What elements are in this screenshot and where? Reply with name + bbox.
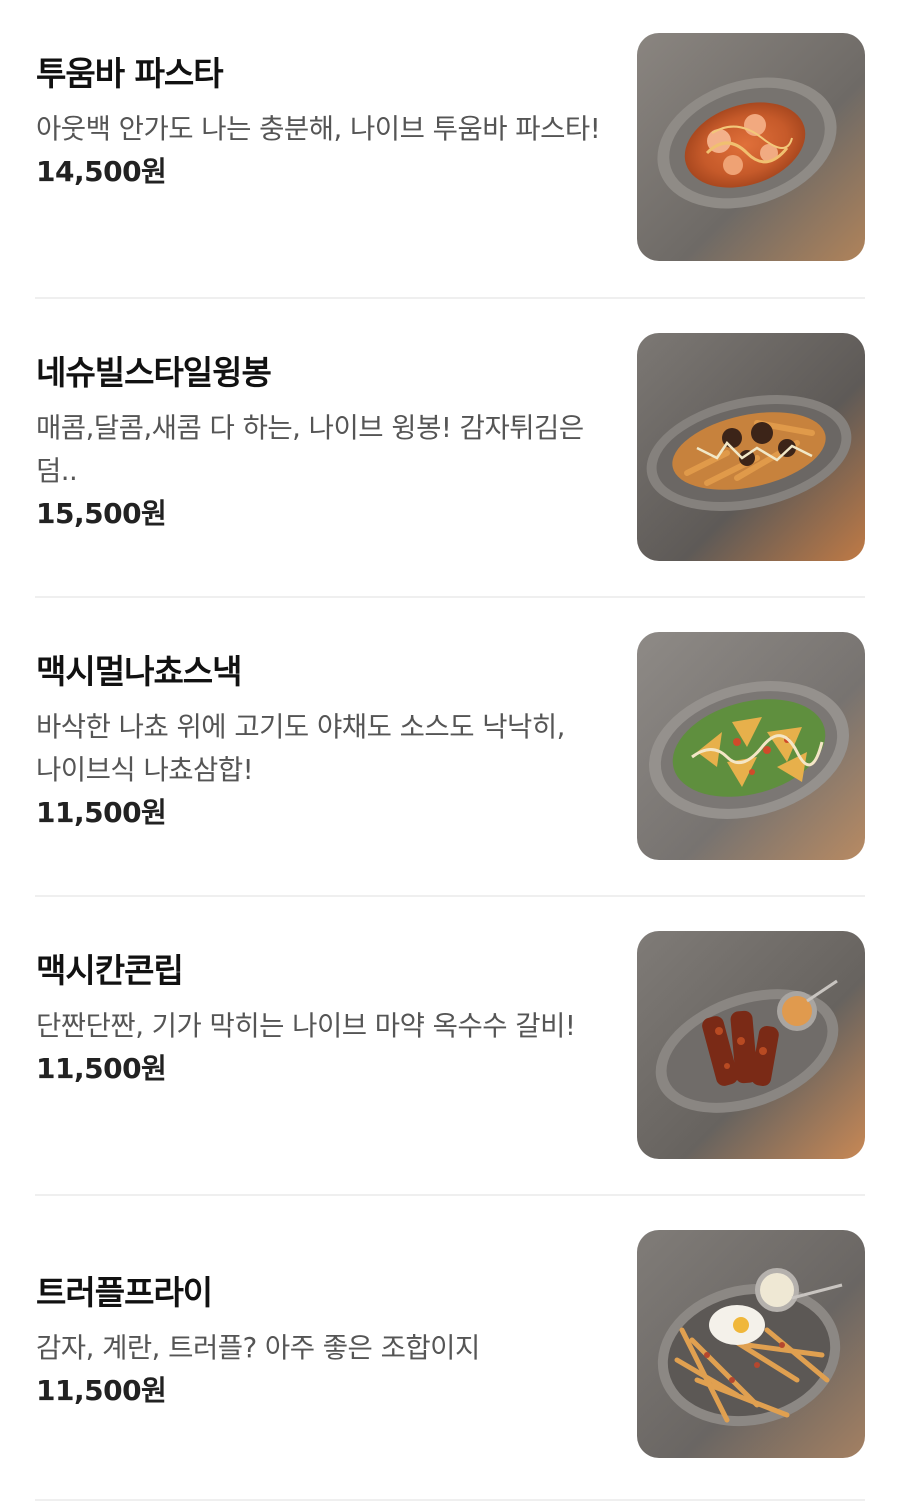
menu-item-name: 트러플프라이 — [36, 1273, 213, 1312]
menu-item-description: 매콤,달콤,새콤 다 하는, 나이브 윙봉! 감자튀김은 덤.. — [36, 412, 584, 487]
menu-item-maximal-nachos[interactable]: 맥시멀나쵸스낵 바삭한 나쵸 위에 고기도 야채도 소스도 낙낙히, 나이브식 … — [0, 598, 900, 897]
menu-item-price: 14,500원 — [36, 155, 167, 188]
menu-item-description: 아웃백 안가도 나는 충분해, 나이브 투움바 파스타! — [36, 113, 601, 145]
menu-item-info: 맥시칸콘립 단짠단짠, 기가 막히는 나이브 마약 옥수수 갈비! 11,500… — [36, 949, 601, 1087]
menu-item-price: 11,500원 — [36, 1374, 167, 1407]
divider — [35, 1499, 865, 1501]
menu-item-truffle-fries[interactable]: 트러플프라이 감자, 계란, 트러플? 아주 좋은 조합이지 11,500원 — [0, 1196, 900, 1501]
corn-ribs-dish-photo[interactable] — [637, 931, 865, 1159]
menu-item-info: 네슈빌스타일윙봉 매콤,달콤,새콤 다 하는, 나이브 윙봉! 감자튀김은 덤.… — [36, 351, 601, 532]
truffle-fries-dish-photo[interactable] — [637, 1230, 865, 1458]
menu-item-description: 감자, 계란, 트러플? 아주 좋은 조합이지 — [36, 1332, 480, 1364]
menu-item-tuumba-pasta[interactable]: 투움바 파스타 아웃백 안가도 나는 충분해, 나이브 투움바 파스타! 14,… — [0, 0, 900, 299]
menu-item-info: 맥시멀나쵸스낵 바삭한 나쵸 위에 고기도 야채도 소스도 낙낙히, 나이브식 … — [36, 650, 601, 831]
menu-item-info: 트러플프라이 감자, 계란, 트러플? 아주 좋은 조합이지 11,500원 — [36, 1271, 601, 1409]
menu-item-info: 투움바 파스타 아웃백 안가도 나는 충분해, 나이브 투움바 파스타! 14,… — [36, 52, 601, 190]
menu-item-nashville-wings[interactable]: 네슈빌스타일윙봉 매콤,달콤,새콤 다 하는, 나이브 윙봉! 감자튀김은 덤.… — [0, 299, 900, 598]
menu-item-name: 맥시칸콘립 — [36, 951, 184, 990]
menu-item-name: 투움바 파스타 — [36, 54, 224, 93]
pasta-dish-photo[interactable] — [637, 33, 865, 261]
nachos-dish-photo[interactable] — [637, 632, 865, 860]
menu-item-description: 바삭한 나쵸 위에 고기도 야채도 소스도 낙낙히, 나이브식 나쵸삼합! — [36, 711, 565, 786]
menu-item-price: 11,500원 — [36, 796, 167, 829]
menu-item-price: 11,500원 — [36, 1052, 167, 1085]
menu-item-description: 단짠단짠, 기가 막히는 나이브 마약 옥수수 갈비! — [36, 1010, 576, 1042]
menu-item-mexican-corn-ribs[interactable]: 맥시칸콘립 단짠단짠, 기가 막히는 나이브 마약 옥수수 갈비! 11,500… — [0, 897, 900, 1196]
menu-item-price: 15,500원 — [36, 497, 167, 530]
menu-item-name: 네슈빌스타일윙봉 — [36, 353, 272, 392]
wings-dish-photo[interactable] — [637, 333, 865, 561]
menu-list: 투움바 파스타 아웃백 안가도 나는 충분해, 나이브 투움바 파스타! 14,… — [0, 0, 900, 1501]
menu-item-name: 맥시멀나쵸스낵 — [36, 652, 243, 691]
